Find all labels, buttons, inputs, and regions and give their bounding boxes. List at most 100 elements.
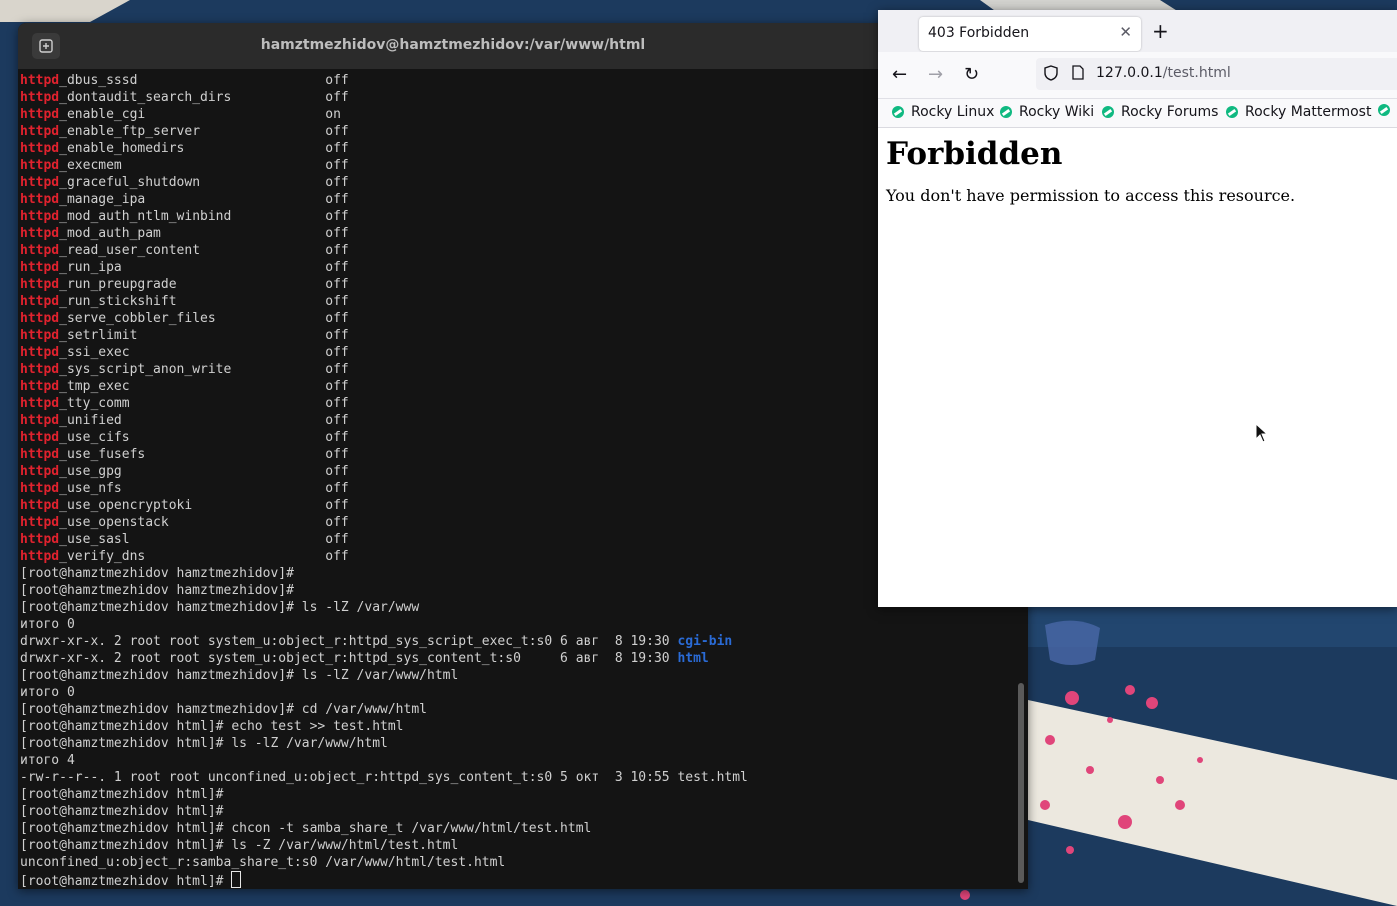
terminal-text: httpd — [20, 328, 60, 343]
terminal-text: httpd — [20, 294, 60, 309]
back-arrow-icon[interactable]: ← — [892, 64, 907, 85]
bookmark-rocky-forums[interactable]: Rocky Forums — [1102, 104, 1218, 120]
terminal-text: httpd — [20, 277, 60, 292]
terminal-text: httpd — [20, 73, 60, 88]
terminal-title: hamztmezhidov@hamztmezhidov:/var/www/htm… — [260, 37, 646, 53]
tab-bar: 403 Forbidden ✕ + — [878, 10, 1397, 52]
terminal-text: [root@hamztmezhidov html]# ls -lZ /var/w… — [20, 736, 388, 751]
terminal-line: [root@hamztmezhidov hamztmezhidov]# cd /… — [20, 701, 1014, 718]
terminal-text: [root@hamztmezhidov hamztmezhidov]# — [20, 583, 294, 598]
terminal-titlebar[interactable]: hamztmezhidov@hamztmezhidov:/var/www/htm… — [18, 23, 1028, 69]
terminal-line: httpd_tty_comm off — [20, 395, 1014, 412]
terminal-text: [root@hamztmezhidov html]# echo test >> … — [20, 719, 404, 734]
terminal-text: httpd — [20, 396, 60, 411]
forward-arrow-icon[interactable]: → — [928, 64, 943, 85]
close-icon[interactable]: ✕ — [1119, 23, 1132, 41]
url-text[interactable]: 127.0.0.1/test.html — [1096, 65, 1231, 81]
terminal-text: httpd — [20, 532, 60, 547]
bookmark-rocky-linux[interactable]: Rocky Linux — [892, 104, 994, 120]
terminal-text: httpd — [20, 345, 60, 360]
terminal-text: httpd — [20, 498, 60, 513]
terminal-text: [root@hamztmezhidov hamztmezhidov]# — [20, 566, 294, 581]
terminal-text: _sys_script_anon_write off — [59, 362, 349, 377]
terminal-text: httpd — [20, 447, 60, 462]
browser-window[interactable]: 403 Forbidden ✕ + ← → ↻ 127.0.0.1/test.h… — [878, 10, 1397, 607]
terminal-text: httpd — [20, 90, 60, 105]
new-tab-button[interactable]: + — [1152, 19, 1169, 43]
terminal-line: [root@hamztmezhidov html]# — [20, 803, 1014, 820]
terminal-line: httpd_mod_auth_pam off — [20, 225, 1014, 242]
bookmark-rocky-mattermost[interactable]: Rocky Mattermost — [1226, 104, 1371, 120]
terminal-text: _enable_homedirs off — [59, 141, 349, 156]
terminal-text: httpd — [20, 362, 60, 377]
terminal-text: httpd — [20, 413, 60, 428]
terminal-text: html — [677, 651, 709, 666]
terminal-line: httpd_read_user_content off — [20, 242, 1014, 259]
terminal-text: [root@hamztmezhidov html]# — [20, 804, 224, 819]
terminal-text: _read_user_content off — [59, 243, 349, 258]
page-message: You don't have permission to access this… — [886, 186, 1296, 205]
terminal-text: _manage_ipa off — [59, 192, 349, 207]
terminal-text: _use_cifs off — [59, 430, 349, 445]
terminal-text: _setrlimit off — [59, 328, 349, 343]
terminal-line: итого 0 — [20, 684, 1014, 701]
terminal-text: httpd — [20, 175, 60, 190]
terminal-text: [root@hamztmezhidov html]# ls -Z /var/ww… — [20, 838, 459, 853]
url-bar[interactable]: 127.0.0.1/test.html — [1036, 58, 1397, 90]
terminal-text: _tty_comm off — [59, 396, 349, 411]
terminal-text: _use_openstack off — [59, 515, 349, 530]
terminal-line: [root@hamztmezhidov hamztmezhidov]# — [20, 565, 1014, 582]
terminal-text: httpd — [20, 464, 60, 479]
terminal-text: _verify_dns off — [59, 549, 349, 564]
terminal-line: httpd_use_sasl off — [20, 531, 1014, 548]
terminal-text: drwxr-xr-x. 2 root root system_u:object_… — [20, 651, 678, 666]
terminal-line: [root@hamztmezhidov html]# — [20, 786, 1014, 803]
terminal-line: httpd_run_stickshift off — [20, 293, 1014, 310]
terminal-line: [root@hamztmezhidov hamztmezhidov]# ls -… — [20, 599, 1014, 616]
terminal-text: httpd — [20, 515, 60, 530]
terminal-line: httpd_enable_homedirs off — [20, 140, 1014, 157]
terminal-text: _use_opencryptoki off — [59, 498, 349, 513]
tab-403-forbidden[interactable]: 403 Forbidden ✕ — [919, 17, 1141, 51]
shield-icon[interactable] — [1044, 65, 1058, 85]
terminal-text: [root@hamztmezhidov hamztmezhidov]# ls -… — [20, 668, 459, 683]
rocky-logo-icon — [1102, 106, 1114, 118]
terminal-line: httpd_sys_script_anon_write off — [20, 361, 1014, 378]
page-icon[interactable] — [1072, 65, 1084, 84]
terminal-line: httpd_use_cifs off — [20, 429, 1014, 446]
terminal-text: [root@hamztmezhidov html]# chcon -t samb… — [20, 821, 592, 836]
terminal-text: _enable_cgi on — [59, 107, 341, 122]
terminal-text: итого 4 — [20, 753, 75, 768]
bookmark-rocky-wiki[interactable]: Rocky Wiki — [1000, 104, 1094, 120]
reload-icon[interactable]: ↻ — [964, 64, 979, 85]
terminal-line: итого 0 — [20, 616, 1014, 633]
bookmark-overflow[interactable] — [1378, 104, 1397, 116]
terminal-text: итого 0 — [20, 685, 75, 700]
terminal-text: _ssi_exec off — [59, 345, 349, 360]
terminal-line: httpd_run_ipa off — [20, 259, 1014, 276]
terminal-line: [root@hamztmezhidov hamztmezhidov]# — [20, 582, 1014, 599]
terminal-text: _mod_auth_ntlm_winbind off — [59, 209, 349, 224]
terminal-text: drwxr-xr-x. 2 root root system_u:object_… — [20, 634, 678, 649]
terminal-line: [root@hamztmezhidov html]# — [20, 871, 1014, 889]
tab-title: 403 Forbidden — [928, 25, 1030, 41]
terminal-text: -rw-r--r--. 1 root root unconfined_u:obj… — [20, 770, 748, 785]
terminal-cursor — [231, 871, 242, 888]
terminal-text: итого 0 — [20, 617, 75, 632]
terminal-text: cgi-bin — [677, 634, 733, 649]
terminal-line: httpd_tmp_exec off — [20, 378, 1014, 395]
terminal-text: httpd — [20, 311, 60, 326]
terminal-line: httpd_serve_cobbler_files off — [20, 310, 1014, 327]
mouse-pointer-icon — [1255, 422, 1269, 447]
terminal-scrollbar[interactable] — [1018, 683, 1024, 883]
terminal-line: httpd_verify_dns off — [20, 548, 1014, 565]
terminal-window[interactable]: hamztmezhidov@hamztmezhidov:/var/www/htm… — [18, 23, 1028, 889]
terminal-text: _dbus_sssd off — [59, 73, 349, 88]
terminal-text: unconfined_u:object_r:samba_share_t:s0 /… — [20, 855, 506, 870]
terminal-output[interactable]: httpd_dbus_sssd off httpd_dontaudit_searc… — [20, 72, 1014, 889]
rocky-logo-icon — [1378, 104, 1390, 116]
terminal-line: httpd_enable_cgi on — [20, 106, 1014, 123]
terminal-line: httpd_run_preupgrade off — [20, 276, 1014, 293]
terminal-text: [root@hamztmezhidov html]# — [20, 874, 232, 889]
terminal-line: [root@hamztmezhidov html]# ls -lZ /var/w… — [20, 735, 1014, 752]
